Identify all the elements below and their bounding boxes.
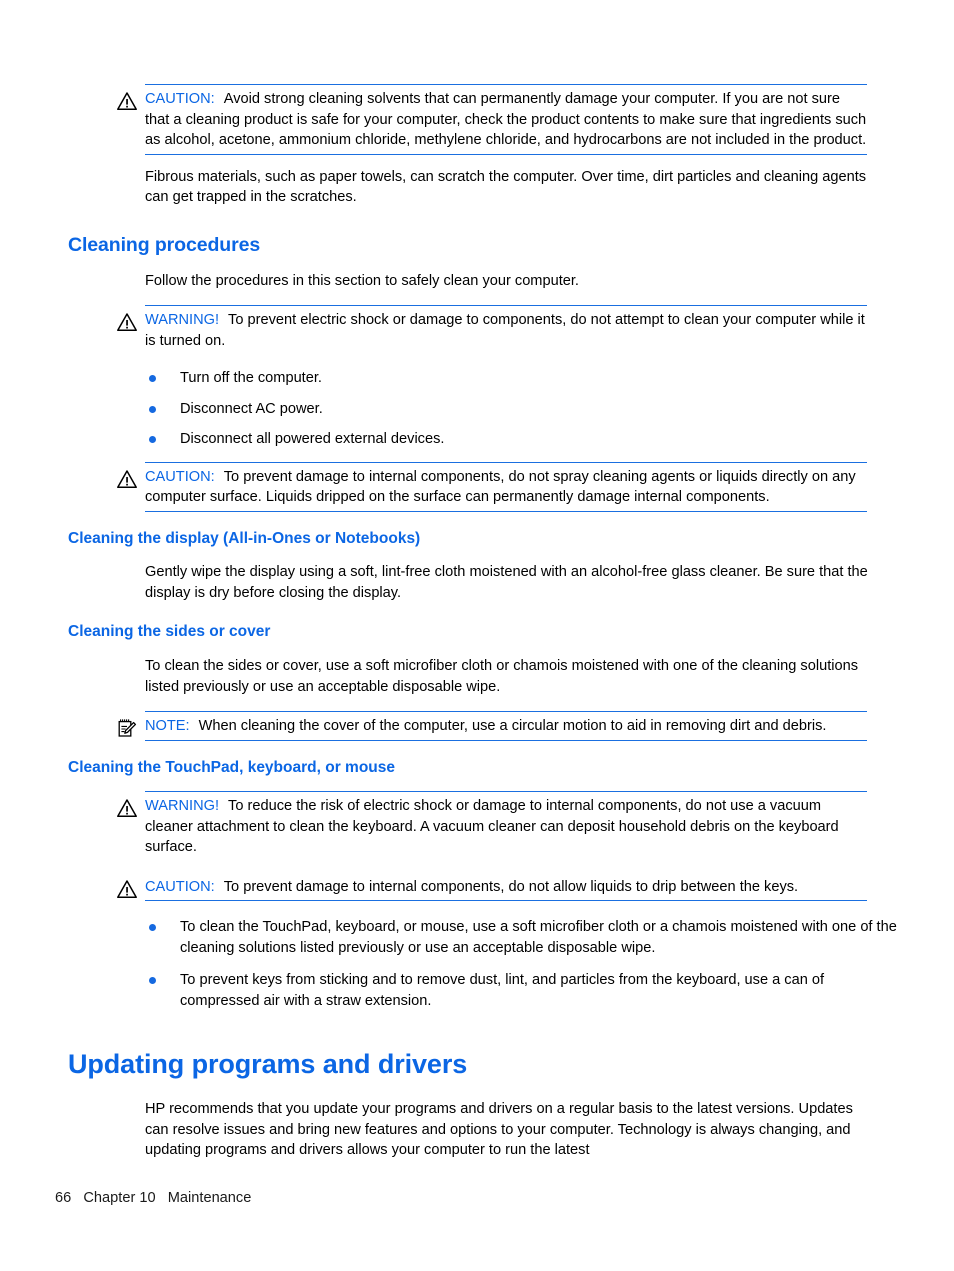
admonition-text: Avoid strong cleaning solvents that can … [145, 91, 867, 148]
bullet-icon [149, 375, 156, 383]
list-item-label: Disconnect all powered external devices. [180, 431, 445, 448]
list-item: To clean the TouchPad, keyboard, or mous… [149, 917, 898, 958]
bullet-icon [149, 924, 156, 932]
admonition-label: CAUTION: [145, 878, 215, 895]
admonition-caution-solvents: CAUTION: Avoid strong cleaning solvents t… [116, 84, 868, 155]
warning-triangle-icon [116, 879, 138, 899]
admonition-body: CAUTION: To prevent damage to internal co… [116, 463, 868, 511]
admonition-body: CAUTION: Avoid strong cleaning solvents t… [116, 85, 868, 154]
list-item-label: Turn off the computer. [180, 370, 322, 387]
admonition-note-circular: NOTE: When cleaning the cover of the comp… [116, 711, 868, 741]
heading-cleaning-display: Cleaning the display (All-in-Ones or Not… [68, 529, 421, 547]
admonition-caution-liquids: CAUTION: To prevent damage to internal co… [116, 873, 868, 902]
document-page: CAUTION: Avoid strong cleaning solvents t… [0, 0, 954, 1271]
admonition-text: To reduce the risk of electric shock or … [145, 798, 839, 856]
admonition-text: To prevent damage to internal components… [145, 468, 856, 506]
admonition-bottom-rule [145, 900, 867, 902]
list-item: To prevent keys from sticking and to rem… [149, 970, 898, 1011]
paragraph-fibrous: Fibrous materials, such as paper towels,… [145, 168, 867, 206]
admonition-label: WARNING! [145, 312, 220, 329]
admonition-label: CAUTION: [145, 468, 215, 485]
page-footer: 66 Chapter 10 Maintenance [55, 1190, 252, 1206]
admonition-bottom-rule [145, 153, 867, 155]
heading-cleaning-sides: Cleaning the sides or cover [68, 623, 271, 641]
list-power-steps: Turn off the computer. Disconnect AC pow… [68, 368, 868, 450]
list-touchpad-steps: To clean the TouchPad, keyboard, or mous… [68, 917, 897, 1011]
admonition-label: CAUTION: [145, 91, 215, 107]
notepad-pencil-icon [116, 718, 138, 738]
list-item: Disconnect AC power. [149, 399, 898, 420]
admonition-bottom-rule [145, 510, 867, 512]
warning-triangle-icon [116, 469, 138, 489]
admonition-warning-vacuum: WARNING! To reduce the risk of electric s… [116, 791, 868, 861]
heading-cleaning-procedures: Cleaning procedures [68, 233, 261, 256]
warning-triangle-icon [116, 798, 138, 818]
admonition-text: To prevent damage to internal components… [223, 878, 799, 895]
admonition-warning-shock: WARNING! To prevent electric shock or dam… [116, 305, 868, 354]
admonition-label: WARNING! [145, 798, 220, 815]
admonition-text: When cleaning the cover of the computer,… [198, 718, 827, 735]
admonition-body: CAUTION: To prevent damage to internal co… [116, 873, 868, 901]
admonition-text: To prevent electric shock or damage to c… [145, 312, 865, 349]
warning-triangle-icon [116, 91, 138, 111]
heading-updating-programs: Updating programs and drivers [68, 1049, 468, 1080]
warning-triangle-icon [116, 312, 138, 332]
bullet-icon [149, 405, 156, 413]
bullet-icon [149, 977, 156, 985]
admonition-label: NOTE: [145, 718, 190, 735]
admonition-body: WARNING! To prevent electric shock or dam… [116, 306, 868, 354]
heading-cleaning-touchpad: Cleaning the TouchPad, keyboard, or mous… [68, 758, 395, 776]
admonition-body: NOTE: When cleaning the cover of the comp… [116, 712, 868, 740]
admonition-bottom-rule [145, 739, 867, 741]
admonition-caution-spray: CAUTION: To prevent damage to internal co… [116, 461, 868, 512]
list-item-label: Disconnect AC power. [180, 400, 323, 417]
list-item-label: To prevent keys from sticking and to rem… [180, 972, 825, 1009]
list-item: Turn off the computer. [149, 368, 898, 389]
paragraph-cleaning-sides: To clean the sides or cover, use a soft … [145, 658, 859, 695]
page-content: CAUTION: Avoid strong cleaning solvents t… [68, 84, 897, 1161]
paragraph-updating-programs: HP recommends that you update your progr… [145, 1101, 853, 1159]
paragraph-cleaning-display: Gently wipe the display using a soft, li… [145, 564, 868, 601]
admonition-body: WARNING! To reduce the risk of electric s… [116, 792, 868, 861]
list-item: Disconnect all powered external devices. [149, 429, 898, 450]
paragraph-cleaning-procedures: Follow the procedures in this section to… [145, 272, 579, 289]
list-item-label: To clean the TouchPad, keyboard, or mous… [180, 919, 897, 956]
bullet-icon [149, 436, 156, 444]
